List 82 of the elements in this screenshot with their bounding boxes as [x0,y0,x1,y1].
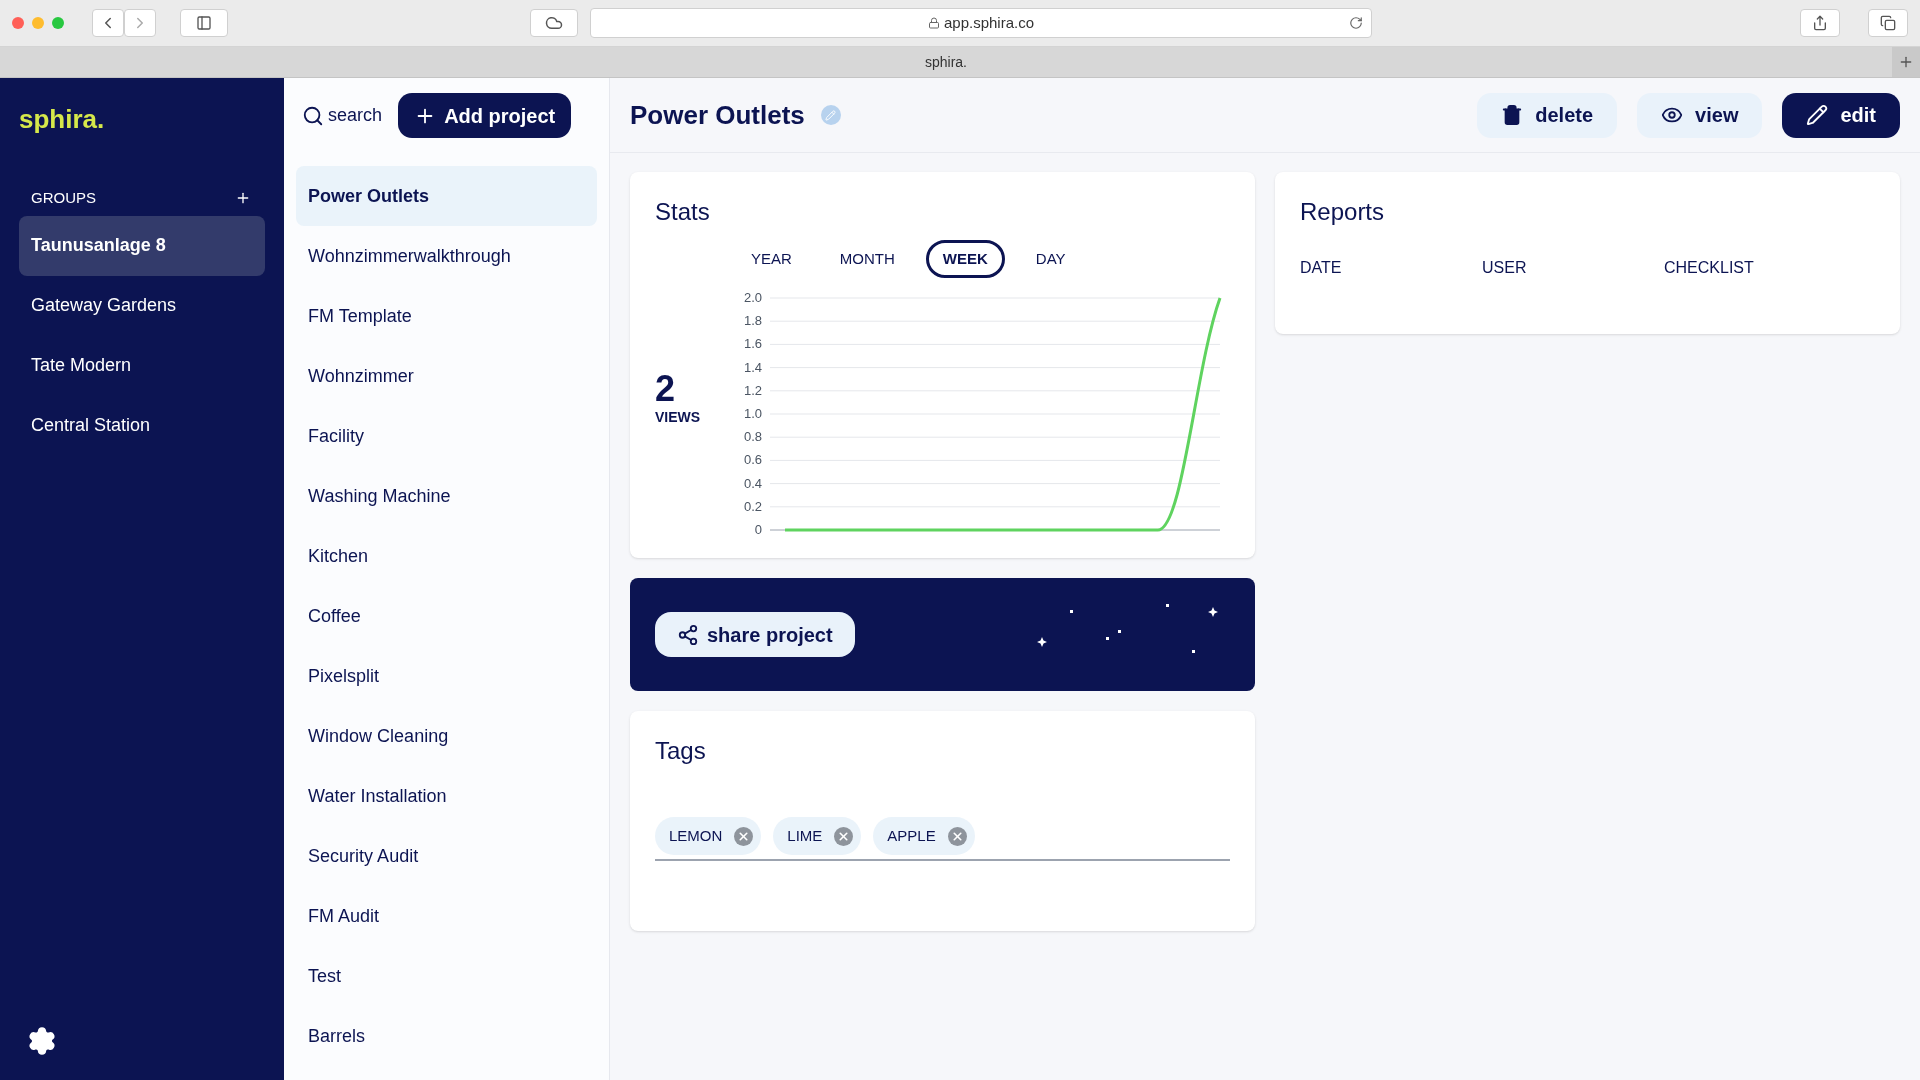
y-tick-label: 0.2 [743,498,762,514]
project-item[interactable]: Wohnzimmer [296,346,597,406]
edit-button[interactable]: edit [1782,92,1900,138]
project-item[interactable]: Washing Machine [296,466,597,526]
y-tick-label: 1.6 [743,336,762,352]
search-button[interactable]: search [302,102,383,129]
view-button[interactable]: view [1637,92,1763,138]
pencil-icon [1806,104,1829,126]
project-item[interactable]: Coffee [296,586,597,646]
remove-tag-icon[interactable] [734,826,754,846]
views-label: VIEWS [655,407,702,427]
project-item[interactable]: Water Installation [296,766,597,826]
share-button[interactable] [1800,9,1840,37]
sidebar-icon [196,15,212,31]
share-project-button[interactable]: share project [655,612,855,657]
project-item[interactable]: Wohnzimmerwalkthrough [296,226,597,286]
cloud-icon [545,14,563,32]
y-tick-label: 0.6 [743,452,762,468]
project-item[interactable]: Security Audit [296,826,597,886]
column-header: USER [1482,258,1528,278]
views-count: 2 [655,370,677,407]
tag-chip: LEMON [655,817,762,855]
y-tick-label: 0.8 [743,429,762,445]
close-window-button[interactable] [12,17,24,29]
cloud-tabs-button[interactable] [530,9,578,37]
groups-heading: GROUPS [31,188,96,208]
period-tab[interactable]: YEAR [734,240,809,278]
column-header: DATE [1300,258,1343,278]
project-item[interactable]: Barrels [296,1006,597,1066]
settings-icon[interactable] [27,1026,57,1056]
add-project-button[interactable]: Add project [398,93,572,138]
stats-heading: Stats [655,197,711,227]
y-tick-label: 1.4 [743,359,762,375]
maximize-window-button[interactable] [52,17,64,29]
period-tab[interactable]: DAY [1018,240,1083,278]
project-item[interactable]: Power Outlets [296,166,597,226]
y-tick-label: 1.0 [743,406,762,421]
remove-tag-icon[interactable] [947,826,967,846]
project-item[interactable]: Pixelsplit [296,646,597,706]
y-tick-label: 0.4 [743,475,762,491]
tag-chip: APPLE [873,817,975,855]
share-icon [677,623,699,646]
trash-icon [1501,104,1524,126]
remove-tag-icon[interactable] [834,826,854,846]
forward-button[interactable] [124,9,156,37]
column-header: CHECKLIST [1664,258,1755,278]
group-item[interactable]: Tate Modern [19,335,266,396]
delete-button[interactable]: delete [1477,92,1618,138]
share-icon [1812,15,1828,31]
back-button[interactable] [92,9,124,37]
project-item[interactable]: Facility [296,406,597,466]
plus-icon [1898,54,1914,70]
project-item[interactable]: Window Cleaning [296,706,597,766]
y-tick-label: 1.2 [743,382,762,398]
sidebar-toggle-button[interactable] [180,9,228,37]
lock-icon [927,17,940,29]
project-item[interactable]: Test [296,946,597,1006]
tags-field[interactable]: LEMON LIME APPLE [655,817,1230,861]
search-icon [302,104,325,127]
tag-chip: LIME [773,817,862,855]
group-item[interactable]: Taunusanlage 8 [19,215,266,276]
group-item[interactable]: Gateway Gardens [19,275,266,336]
project-item[interactable]: Kitchen [296,526,597,586]
project-item[interactable]: FM Template [296,286,597,346]
project-item[interactable]: FM Audit [296,886,597,946]
tags-heading: Tags [655,736,707,766]
period-tab[interactable]: MONTH [822,240,912,278]
reports-heading: Reports [1300,197,1386,227]
tabs-icon [1880,15,1896,31]
address-bar[interactable]: app.sphira.co [590,8,1372,38]
x-icon [950,829,964,843]
y-tick-label: 2.0 [743,290,762,305]
tabs-overview-button[interactable] [1868,9,1908,37]
reload-icon [1349,16,1363,30]
group-item[interactable]: Central Station [19,395,266,456]
y-tick-label: 1.8 [743,313,762,329]
app-logo: sphira. [19,103,106,136]
pencil-icon [825,109,837,121]
project-title: Power Outlets [630,98,805,132]
new-tab-button[interactable] [1892,47,1920,77]
period-tab[interactable]: WEEK [925,240,1005,278]
y-tick-label: 0 [754,522,762,537]
